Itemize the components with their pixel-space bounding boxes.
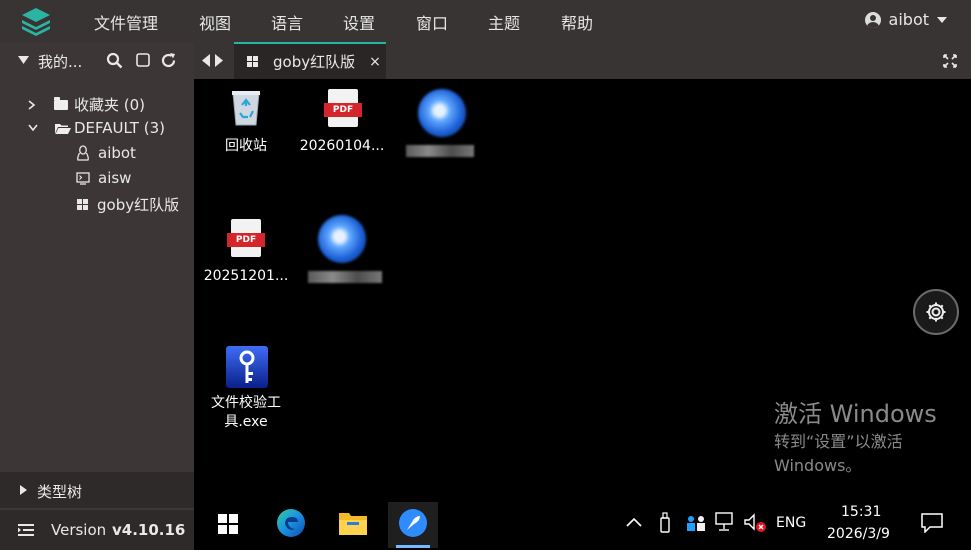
tab-goby[interactable]: goby红队版 × [234, 42, 386, 79]
tree-item-label: aisw [98, 169, 132, 187]
version-prefix: Version [51, 521, 107, 539]
tree-item-default[interactable]: DEFAULT (3) [28, 119, 165, 137]
menu-view[interactable]: 视图 [199, 10, 231, 34]
pdf-icon: PDF [227, 219, 265, 257]
input-language[interactable]: ENG [776, 515, 806, 531]
desktop-icon-blurred-app-1[interactable] [404, 85, 494, 165]
desktop-icon-recycle-bin[interactable]: 回收站 [198, 85, 294, 165]
gear-icon [926, 302, 946, 322]
tab-label: goby红队版 [273, 53, 356, 71]
clock-time[interactable]: 15:31 [841, 504, 881, 520]
chevron-up-icon[interactable] [626, 517, 642, 527]
tree-item-aibot[interactable]: aibot [76, 144, 136, 162]
redacted-label [406, 145, 474, 157]
pdf-icon: PDF [324, 89, 362, 127]
notification-icon[interactable] [921, 513, 943, 533]
user-name: aibot [888, 10, 929, 29]
desktop-icon-label: 回收站 [225, 138, 267, 154]
sidebar-header: 我的... [0, 42, 194, 78]
app-logo-icon [22, 8, 50, 36]
app-icon [418, 89, 466, 137]
user-menu[interactable]: aibot [864, 10, 947, 29]
type-tree-label: 类型树 [37, 483, 83, 501]
desktop-icon-label-line2: 具.exe [224, 414, 268, 430]
clock-date[interactable]: 2026/3/9 [827, 526, 890, 542]
volume-muted-icon[interactable] [744, 513, 768, 533]
caret-right-icon [20, 485, 27, 495]
desktop-icon-pdf-2[interactable]: PDF 20251201... [198, 213, 294, 293]
windows-icon [77, 199, 88, 210]
menu-theme[interactable]: 主题 [488, 10, 520, 34]
tree-item-goby[interactable]: goby红队版 [76, 194, 179, 215]
sidebar-title[interactable]: 我的... [38, 51, 82, 72]
tree-item-favorites[interactable]: 收藏夹 (0) [28, 94, 145, 115]
pdf-badge: PDF [227, 233, 265, 247]
remote-desktop[interactable]: 回收站 PDF 20260104... PDF 20251201... 文件校验… [194, 79, 971, 550]
edge-browser-icon[interactable] [276, 508, 306, 538]
caret-down-icon[interactable] [18, 56, 29, 64]
user-avatar-icon [864, 11, 881, 28]
tree-item-aisw[interactable]: aisw [76, 169, 131, 187]
app-icon [318, 215, 366, 263]
usb-device-icon[interactable] [659, 512, 671, 534]
active-indicator [396, 545, 430, 548]
desktop-icon-pdf-1[interactable]: PDF 20260104... [294, 85, 390, 165]
menu-help[interactable]: 帮助 [561, 10, 593, 34]
key-app-icon [226, 346, 268, 388]
desktop-icon-label-line1: 文件校验工 [211, 395, 281, 411]
app-icon [399, 509, 427, 537]
terminal-icon [76, 171, 90, 185]
fullscreen-icon[interactable] [943, 54, 957, 68]
file-explorer-icon[interactable] [338, 510, 368, 536]
folder-icon [54, 96, 68, 110]
tree-item-label: DEFAULT (3) [74, 119, 165, 137]
menu-file-manage[interactable]: 文件管理 [94, 10, 158, 34]
tree-item-label: 收藏夹 (0) [74, 96, 146, 114]
menu-bar: 文件管理 视图 语言 设置 窗口 主题 帮助 aibot [0, 0, 971, 42]
network-people-icon[interactable] [685, 514, 707, 532]
version-bar: Version v4.10.16 [0, 510, 194, 550]
folder-open-icon [55, 123, 71, 134]
tree-item-label: goby红队版 [97, 196, 180, 214]
windows-icon [247, 56, 258, 67]
menu-window[interactable]: 窗口 [416, 10, 448, 34]
version-number: v4.10.16 [112, 521, 186, 539]
chevron-right-icon[interactable] [28, 99, 36, 110]
desktop-icon-file-check-tool[interactable]: 文件校验工 具.exe [198, 343, 294, 439]
activate-title: 激活 Windows [774, 400, 937, 428]
pdf-badge: PDF [324, 103, 362, 117]
taskbar-app-active[interactable] [388, 502, 438, 548]
taskbar: ENG 15:31 2026/3/9 [194, 498, 971, 550]
recycle-bin-icon [232, 91, 260, 126]
network-icon[interactable] [715, 512, 737, 532]
windows-start-icon[interactable] [218, 514, 238, 534]
search-icon[interactable] [106, 52, 123, 69]
tab-scroll-arrows-icon[interactable] [202, 54, 224, 67]
desktop-icon-blurred-app-2[interactable] [304, 213, 394, 293]
chevron-down-icon[interactable] [28, 124, 38, 132]
tree-item-label: aibot [98, 144, 136, 162]
menu-language[interactable]: 语言 [271, 10, 303, 34]
tab-close-icon[interactable]: × [369, 54, 381, 70]
menu-settings[interactable]: 设置 [343, 10, 375, 34]
linux-icon [77, 145, 89, 161]
floating-settings-button[interactable] [913, 289, 959, 335]
desktop-icon-label: 20260104... [299, 138, 385, 154]
refresh-icon[interactable] [160, 52, 177, 69]
sidebar: 我的... 收藏夹 (0) DEFAULT (3) aibot aisw gob… [0, 42, 194, 550]
menu-list-icon[interactable] [18, 524, 34, 536]
desktop-icon-label: 20251201... [203, 268, 289, 284]
activate-line2: Windows。 [774, 456, 862, 475]
tab-bar: goby红队版 × [194, 42, 971, 79]
redacted-label [308, 271, 382, 283]
checkbox-icon[interactable] [136, 53, 150, 67]
type-tree-toggle[interactable]: 类型树 [0, 472, 194, 508]
activate-line1: 转到“设置”以激活 [774, 432, 903, 451]
activate-windows-watermark: 激活 Windows 转到“设置”以激活 Windows。 [774, 398, 937, 478]
caret-down-icon [937, 16, 947, 23]
